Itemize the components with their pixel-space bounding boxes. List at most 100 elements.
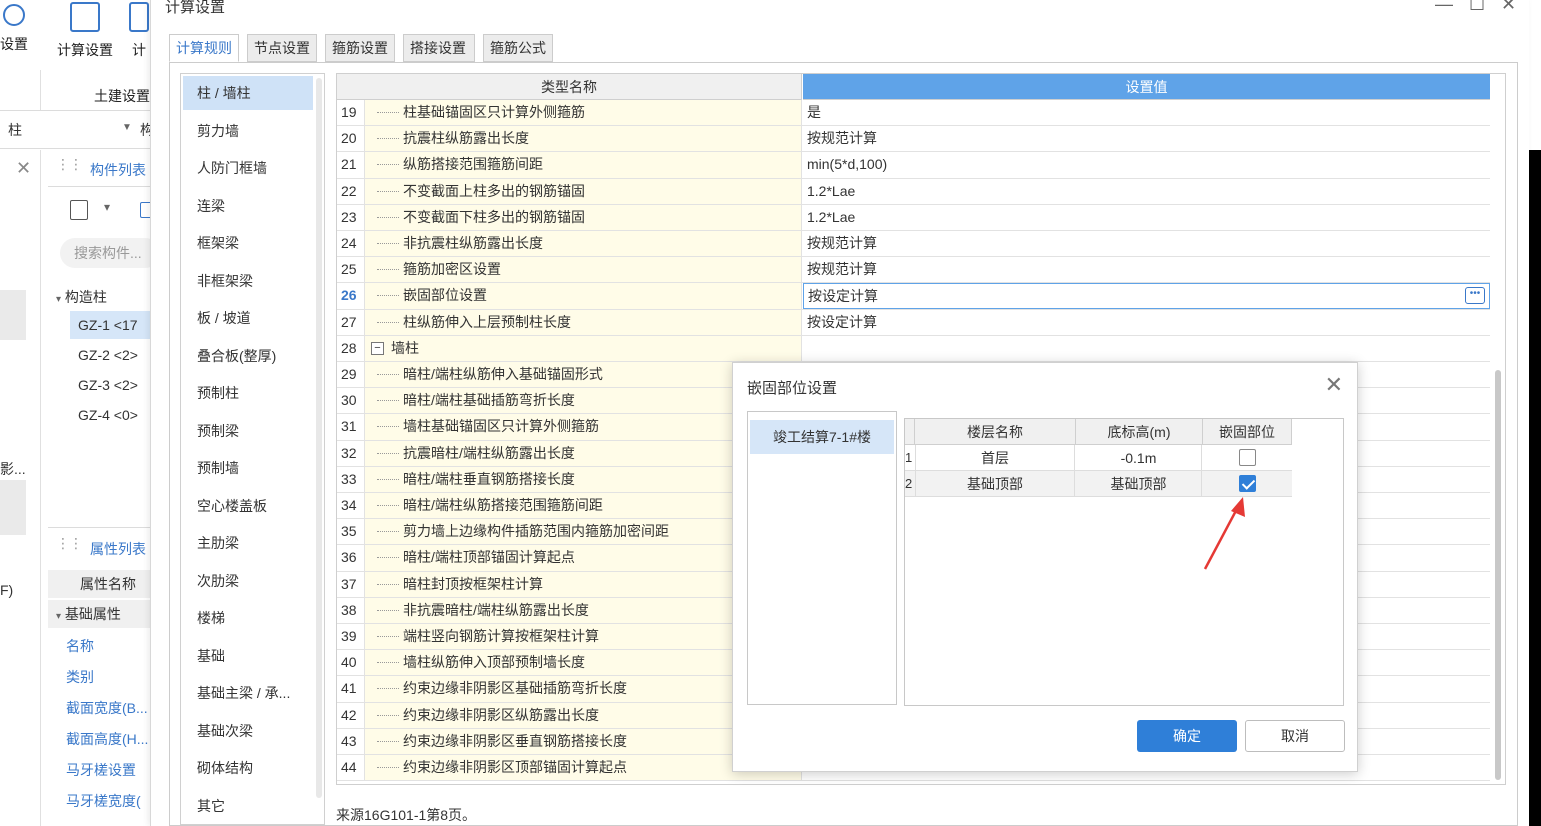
setting-name: 箍筋加密区设置 [365,257,802,283]
category-item[interactable]: 预制柱 [183,376,313,410]
category-item[interactable]: 空心楼盖板 [183,489,313,523]
setting-value[interactable]: 是 [803,100,1490,126]
component-type-select[interactable]: 柱 ▼ 构 [8,120,154,142]
tab-lap-settings[interactable]: 搭接设置 [403,34,475,62]
category-item[interactable]: 预制墙 [183,451,313,485]
embed-checkbox[interactable] [1239,449,1256,466]
tree-root-item[interactable]: ▾ 构造柱 [56,287,107,307]
property-list-title[interactable]: 属性列表 [90,539,146,559]
category-item[interactable]: 剪力墙 [183,114,313,148]
setting-value[interactable] [803,335,1490,361]
row-num-header [905,419,915,445]
category-item[interactable]: 楼梯 [183,601,313,635]
ok-button[interactable]: 确定 [1137,720,1237,752]
table-row[interactable]: 20 抗震柱纵筋露出长度 按规范计算 [337,126,1490,153]
category-item[interactable]: 基础主梁 / 承... [183,676,313,710]
component-search-input[interactable]: 搜索构件... [60,238,160,268]
minimize-icon[interactable]: — [1435,0,1453,15]
category-item[interactable]: 主肋梁 [183,526,313,560]
tab-stirrup-settings[interactable]: 箍筋设置 [325,34,395,62]
category-item[interactable]: 基础 [183,639,313,673]
category-item[interactable]: 次肋梁 [183,564,313,598]
table-row[interactable]: 22 不变截面上柱多出的钢筋锚固 1.2*Lae [337,178,1490,205]
tree-item[interactable]: GZ-4 <0> [70,401,160,429]
property-name[interactable]: 马牙槎宽度( [66,791,141,811]
setting-value-text: min(5*d,100) [807,156,888,173]
table-row[interactable]: 27 柱纵筋伸入上层预制柱长度 按设定计算 [337,309,1490,336]
table-row[interactable]: 23 不变截面下柱多出的钢筋锚固 1.2*Lae [337,204,1490,231]
property-name[interactable]: 截面宽度(B... [66,698,148,718]
setting-value[interactable]: 按规范计算 [803,257,1490,283]
close-icon[interactable]: ✕ [1325,373,1343,397]
table-row[interactable]: 26 嵌固部位设置 按设定计算 ••• [337,283,1490,310]
category-scrollbar[interactable] [316,78,322,798]
category-item[interactable]: 柱 / 墙柱 [183,76,313,110]
property-group[interactable]: ▾ 基础属性 [48,600,160,628]
embed-cell [1203,445,1292,471]
row-number: 27 [337,309,365,335]
tree-root-label: 构造柱 [64,289,107,305]
project-item[interactable]: 竣工结算7-1#楼 [750,420,894,454]
row-number: 44 [337,755,365,781]
table-row[interactable]: 21 纵筋搭接范围箍筋间距 min(5*d,100) [337,152,1490,179]
scrollbar-thumb[interactable] [1495,370,1501,780]
category-item[interactable]: 框架梁 [183,226,313,260]
category-item[interactable]: 板 / 坡道 [183,301,313,335]
component-list-title[interactable]: 构件列表 [90,160,146,180]
ribbon-calc-settings-button[interactable]: 计算设置 [52,0,118,60]
drag-handle-icon[interactable]: ⋮⋮ [56,536,83,557]
setting-value[interactable]: min(5*d,100) [803,152,1490,178]
floor-row[interactable]: 2 基础顶部 基础顶部 [905,471,1292,497]
tree-item[interactable]: GZ-2 <2> [70,341,160,369]
tab-calc-rules[interactable]: 计算规则 [169,34,239,62]
setting-name-text: 约束边缘非阴影区纵筋露出长度 [403,706,599,723]
setting-value[interactable]: 按规范计算 [803,126,1490,152]
embed-checkbox[interactable] [1239,475,1256,492]
row-number: 38 [337,597,365,623]
setting-name-text: 暗柱/端柱顶部锚固计算起点 [403,549,575,566]
ellipsis-button[interactable]: ••• [1465,287,1485,305]
table-row[interactable]: 24 非抗震柱纵筋露出长度 按规范计算 [337,231,1490,258]
category-item[interactable]: 其它 [183,789,313,823]
category-item[interactable]: 砌体结构 [183,751,313,785]
cancel-button[interactable]: 取消 [1245,720,1345,752]
setting-name-text: 约束边缘非阴影区顶部锚固计算起点 [403,759,627,775]
table-row[interactable]: 25 箍筋加密区设置 按规范计算 [337,257,1490,284]
chevron-down-icon[interactable]: ▾ [104,200,110,214]
property-name[interactable]: 名称 [66,636,94,656]
setting-value[interactable]: 按设定计算 ••• [803,283,1490,309]
table-row[interactable]: 19 柱基础锚固区只计算外侧箍筋 是 [337,100,1490,127]
property-name[interactable]: 截面高度(H... [66,729,148,749]
category-item[interactable]: 人防门框墙 [183,151,313,185]
row-number: 31 [337,414,365,440]
close-icon[interactable]: ✕ [1501,0,1516,15]
table-scrollbar[interactable] [1492,100,1504,784]
setting-value[interactable]: 1.2*Lae [803,178,1490,204]
drag-handle-icon[interactable]: ⋮⋮ [56,157,83,178]
setting-name-text: 不变截面下柱多出的钢筋锚固 [403,208,585,225]
floor-row[interactable]: 1 首层 -0.1m [905,445,1292,471]
category-item[interactable]: 叠合板(整厚) [183,339,313,373]
setting-value[interactable]: 按规范计算 [803,231,1490,257]
tree-item[interactable]: GZ-3 <2> [70,371,160,399]
tree-item[interactable]: GZ-1 <17 [70,311,160,339]
close-icon[interactable]: ✕ [16,158,31,179]
ribbon-divider [40,70,41,110]
property-name[interactable]: 马牙槎设置 [66,760,136,780]
category-item[interactable]: 基础次梁 [183,714,313,748]
ribbon-settings-button[interactable]: 设置 [0,0,42,54]
setting-value[interactable]: 按设定计算 [803,309,1490,335]
drawing-canvas[interactable] [1529,150,1541,826]
maximize-icon[interactable]: ☐ [1469,0,1485,15]
new-component-icon[interactable] [70,200,88,220]
table-row[interactable]: 28− 墙柱 [337,335,1490,362]
category-item[interactable]: 预制梁 [183,414,313,448]
tab-node-settings[interactable]: 节点设置 [247,34,317,62]
row-number: 39 [337,624,365,650]
property-name[interactable]: 类别 [66,667,94,687]
category-item[interactable]: 连梁 [183,189,313,223]
setting-value[interactable]: 1.2*Lae [803,204,1490,230]
category-item[interactable]: 非框架梁 [183,264,313,298]
collapse-icon[interactable]: − [371,341,384,355]
tab-stirrup-formula[interactable]: 箍筋公式 [483,34,553,62]
